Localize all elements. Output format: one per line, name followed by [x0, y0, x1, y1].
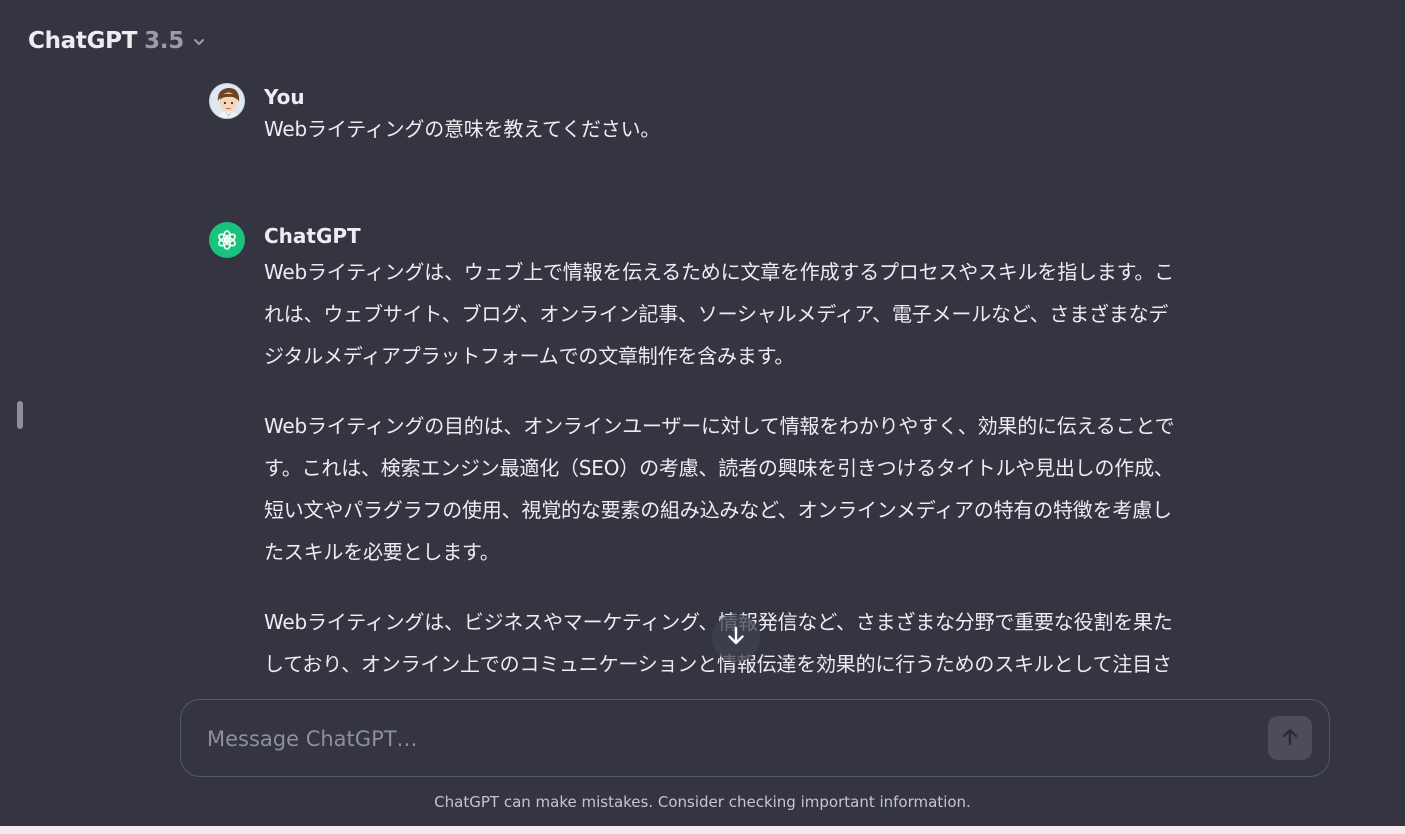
window-bottom-edge — [0, 826, 1405, 834]
message-author: You — [264, 85, 305, 109]
arrow-down-icon — [724, 624, 748, 652]
scroll-to-bottom-button[interactable] — [712, 614, 760, 662]
user-message-body: You Webライティングの意味を教えてください。 — [264, 83, 1184, 144]
chevron-down-icon — [192, 34, 206, 48]
model-name: ChatGPT — [28, 28, 138, 54]
send-button[interactable] — [1268, 716, 1312, 760]
message-paragraph: Webライティングは、ウェブ上で情報を伝えるために文章を作成するプロセスやスキル… — [264, 260, 1175, 368]
openai-logo-icon — [209, 222, 245, 258]
message-input[interactable] — [205, 720, 1249, 758]
model-selector[interactable]: ChatGPT 3.5 — [18, 26, 216, 56]
disclaimer-text: ChatGPT can make mistakes. Consider chec… — [434, 793, 971, 811]
arrow-up-icon — [1279, 726, 1301, 751]
user-avatar-icon — [209, 83, 245, 119]
model-version: 3.5 — [144, 28, 184, 54]
assistant-message-body: ChatGPT Webライティングは、ウェブ上で情報を伝えるために文章を作成する… — [264, 222, 1184, 755]
message-paragraph: Webライティングの目的は、オンラインユーザーに対して情報をわかりやすく、効果的… — [264, 414, 1175, 564]
message-composer — [180, 699, 1330, 777]
chat-page: ChatGPT 3.5 You Webライティングの意味を教えてください。 Ch… — [0, 0, 1405, 834]
message-text: Webライティングの意味を教えてください。 — [264, 117, 661, 141]
sidebar-toggle-handle[interactable] — [17, 401, 23, 429]
message-author: ChatGPT — [264, 224, 361, 248]
